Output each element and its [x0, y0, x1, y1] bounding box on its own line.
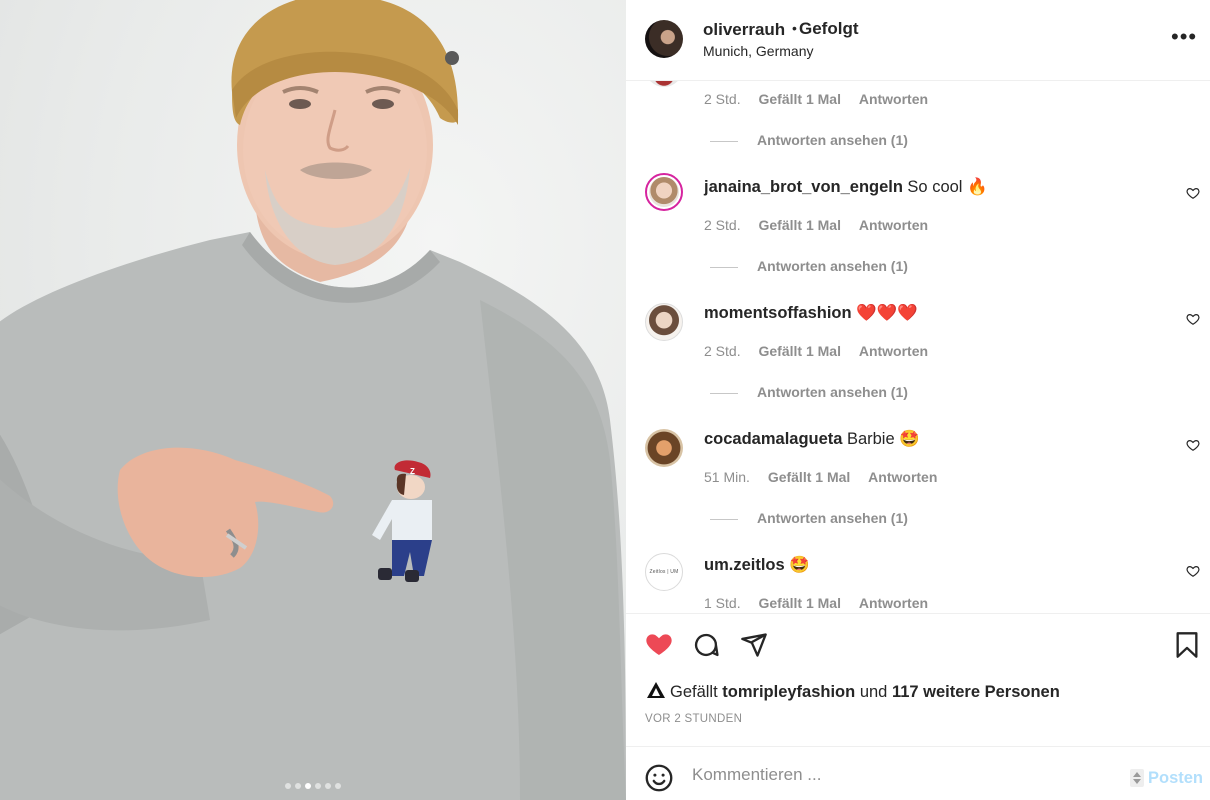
paper-plane-icon[interactable] — [740, 631, 768, 659]
carousel-dot[interactable] — [315, 783, 321, 789]
carousel-dot[interactable] — [335, 783, 341, 789]
reply-button[interactable]: Antworten — [859, 595, 928, 611]
heart-filled-icon[interactable] — [644, 631, 674, 659]
carousel-dot[interactable] — [325, 783, 331, 789]
view-replies-button[interactable]: Antworten ansehen (1) — [710, 258, 908, 274]
reply-divider — [710, 518, 738, 520]
carousel-dot[interactable] — [295, 783, 301, 789]
comment-text: So cool 🔥 — [907, 178, 988, 196]
view-replies-label: Antworten ansehen (1) — [757, 258, 908, 274]
comment-avatar[interactable] — [645, 81, 683, 87]
comment-line: cocadamalagueta Barbie 🤩 — [704, 430, 920, 449]
comment-meta: 2 Std. Gefällt 1 Mal Antworten — [704, 217, 942, 233]
view-replies-button[interactable]: Antworten ansehen (1) — [710, 510, 908, 526]
comment-input[interactable] — [692, 762, 1112, 788]
comment-line: janaina_brot_von_engeln So cool 🔥 — [704, 178, 988, 197]
reply-divider — [710, 392, 738, 394]
comment-avatar[interactable] — [645, 303, 683, 341]
heart-outline-icon[interactable] — [1186, 438, 1200, 452]
header-separator: • — [792, 20, 797, 36]
reply-divider — [710, 266, 738, 268]
follow-status-button[interactable]: Gefolgt — [799, 19, 859, 39]
heart-outline-icon[interactable] — [1186, 312, 1200, 326]
post-timestamp[interactable]: VOR 2 STUNDEN — [645, 713, 742, 725]
svg-text:Z: Z — [410, 467, 415, 476]
comment-line: momentsoffashion ❤️❤️❤️ — [704, 304, 918, 323]
view-replies-label: Antworten ansehen (1) — [757, 132, 908, 148]
comment-time: 1 Std. — [704, 595, 741, 611]
comment-avatar[interactable] — [645, 429, 683, 467]
post-details-panel: oliverrauh • Gefolgt Munich, Germany •••… — [626, 0, 1210, 800]
liker-avatar-icon[interactable] — [646, 681, 666, 699]
post-photo[interactable]: Z — [0, 0, 626, 800]
liker-username[interactable]: tomripleyfashion — [722, 683, 855, 701]
comment-likes[interactable]: Gefällt 1 Mal — [758, 91, 840, 107]
comment-meta: 2 Std. Gefällt 1 Mal Antworten — [704, 91, 942, 107]
bookmark-icon[interactable] — [1175, 631, 1199, 659]
comment-text: ❤️❤️❤️ — [856, 304, 918, 322]
comment-username[interactable]: um.zeitlos — [704, 556, 785, 574]
avatar-logo-text: Zeitlos | UM — [649, 569, 679, 575]
post-location[interactable]: Munich, Germany — [703, 43, 813, 59]
comment-likes[interactable]: Gefällt 1 Mal — [758, 343, 840, 359]
comment-meta: 1 Std. Gefällt 1 Mal Antworten — [704, 595, 942, 611]
comment-composer: Posten — [626, 746, 1210, 800]
sort-arrows-icon — [1130, 769, 1144, 787]
comment-avatar[interactable] — [645, 173, 683, 211]
comment-time: 2 Std. — [704, 91, 741, 107]
comment-text: Barbie 🤩 — [846, 430, 920, 448]
likes-summary: Gefällt tomripleyfashion und 117 weitere… — [646, 681, 1060, 702]
more-horizontal-icon[interactable]: ••• — [1171, 24, 1197, 50]
comment-meta: 2 Std. Gefällt 1 Mal Antworten — [704, 343, 942, 359]
smiley-icon[interactable] — [645, 764, 673, 792]
heart-outline-icon[interactable] — [1186, 564, 1200, 578]
comment-line: um.zeitlos 🤩 — [704, 556, 810, 575]
carousel-dots — [0, 783, 626, 789]
comment-likes[interactable]: Gefällt 1 Mal — [758, 595, 840, 611]
author-username[interactable]: oliverrauh — [703, 20, 785, 40]
heart-outline-icon[interactable] — [1186, 186, 1200, 200]
comment-meta: 51 Min. Gefällt 1 Mal Antworten — [704, 469, 951, 485]
comment-avatar[interactable]: Zeitlos | UM — [645, 553, 683, 591]
comment-text: 🤩 — [789, 556, 810, 574]
comment-username[interactable]: momentsoffashion — [704, 304, 852, 322]
view-replies-label: Antworten ansehen (1) — [757, 510, 908, 526]
comment-likes[interactable]: Gefällt 1 Mal — [768, 469, 850, 485]
comment-time: 2 Std. — [704, 217, 741, 233]
comment-username[interactable]: janaina_brot_von_engeln — [704, 178, 903, 196]
reply-button[interactable]: Antworten — [859, 91, 928, 107]
likes-others-link[interactable]: 117 weitere Personen — [892, 683, 1060, 701]
likes-middle: und — [859, 683, 888, 701]
reply-divider — [710, 140, 738, 142]
post-comment-button[interactable]: Posten — [1148, 769, 1203, 788]
post-actions: Gefällt tomripleyfashion und 117 weitere… — [626, 613, 1210, 746]
instagram-post-modal: Z oliverrauh • Gefolgt Munich, Germany •… — [0, 0, 1210, 800]
comments-list[interactable]: 2 Std. Gefällt 1 Mal Antworten Antworten… — [626, 81, 1210, 613]
carousel-dot[interactable] — [285, 783, 291, 789]
post-image: Z — [0, 0, 626, 800]
comment-time: 2 Std. — [704, 343, 741, 359]
reply-button[interactable]: Antworten — [859, 217, 928, 233]
view-replies-button[interactable]: Antworten ansehen (1) — [710, 132, 908, 148]
comment-icon[interactable] — [692, 631, 720, 659]
view-replies-label: Antworten ansehen (1) — [757, 384, 908, 400]
reply-button[interactable]: Antworten — [859, 343, 928, 359]
view-replies-button[interactable]: Antworten ansehen (1) — [710, 384, 908, 400]
carousel-dot[interactable] — [305, 783, 311, 789]
author-avatar[interactable] — [645, 20, 683, 58]
reply-button[interactable]: Antworten — [868, 469, 937, 485]
comment-likes[interactable]: Gefällt 1 Mal — [758, 217, 840, 233]
likes-prefix: Gefällt — [670, 683, 718, 701]
comment-username[interactable]: cocadamalagueta — [704, 430, 842, 448]
comment-time: 51 Min. — [704, 469, 750, 485]
post-header: oliverrauh • Gefolgt Munich, Germany ••• — [626, 0, 1210, 81]
